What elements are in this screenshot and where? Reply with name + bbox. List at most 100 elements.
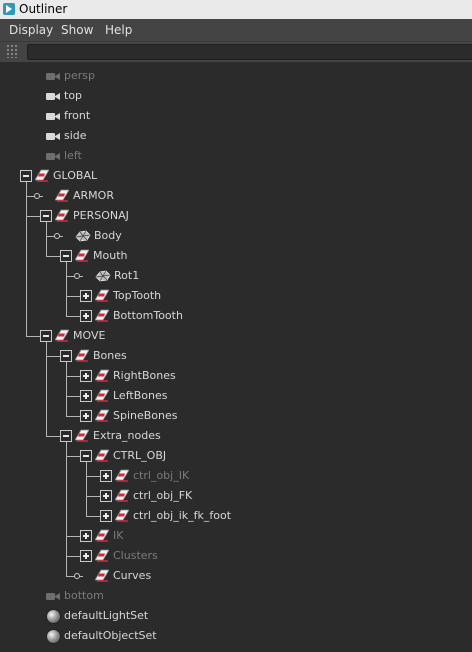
expand-plus-icon[interactable] [80, 550, 92, 562]
leaf-connector-icon [34, 193, 40, 199]
tree-row-armor[interactable]: ARMOR [0, 186, 472, 206]
tree-row-label: front [64, 109, 91, 122]
expand-plus-icon[interactable] [80, 390, 92, 402]
tree-connector-line [47, 436, 61, 437]
search-filter-input[interactable] [27, 44, 472, 60]
transform-group-icon [94, 409, 110, 423]
tree-row-front[interactable]: front [0, 106, 472, 126]
menu-display[interactable]: Display [9, 23, 53, 37]
tree-row-move[interactable]: MOVE [0, 326, 472, 346]
transform-group-icon [74, 249, 90, 263]
tree-connector-line [27, 336, 41, 337]
transform-group-icon [114, 469, 130, 483]
tree-row-mouth[interactable]: Mouth [0, 246, 472, 266]
collapse-minus-icon[interactable] [60, 350, 72, 362]
tree-row-top[interactable]: top [0, 86, 472, 106]
expand-plus-icon[interactable] [80, 310, 92, 322]
tree-row-toptooth[interactable]: TopTooth [0, 286, 472, 306]
filter-bar [0, 42, 472, 62]
tree-row-rightbones[interactable]: RightBones [0, 366, 472, 386]
expand-plus-icon[interactable] [100, 490, 112, 502]
tree-row-label: Bones [93, 349, 127, 362]
tree-row-persp[interactable]: persp [0, 66, 472, 86]
tree-row-leftbones[interactable]: LeftBones [0, 386, 472, 406]
tree-row-rot1[interactable]: Rot1 [0, 266, 472, 286]
leaf-connector-icon [74, 573, 80, 579]
collapse-minus-icon[interactable] [20, 170, 32, 182]
transform-group-icon [94, 549, 110, 563]
tree-row-label: MOVE [73, 329, 106, 342]
tree-row-label: defaultObjectSet [64, 629, 157, 642]
tree-row-label: ctrl_obj_FK [133, 489, 193, 502]
tree-row-spinebones[interactable]: SpineBones [0, 406, 472, 426]
collapse-minus-icon[interactable] [60, 430, 72, 442]
window-title: Outliner [19, 2, 68, 16]
tree-connector-line [66, 366, 67, 386]
tree-row-label: RightBones [113, 369, 176, 382]
tree-row-bottomtooth[interactable]: BottomTooth [0, 306, 472, 326]
tree-row-ctrl-obj-ik[interactable]: ctrl_obj_IK [0, 466, 472, 486]
grip-handle-icon[interactable] [6, 44, 18, 58]
tree-connector-line [67, 536, 81, 537]
tree-connector-line [66, 286, 67, 306]
tree-row-global[interactable]: GLOBAL [0, 166, 472, 186]
collapse-minus-icon[interactable] [40, 210, 52, 222]
tree-row-curves[interactable]: Curves [0, 566, 472, 586]
expand-plus-icon[interactable] [80, 410, 92, 422]
tree-row-ctrl-obj-ik-fk-foot[interactable]: ctrl_obj_ik_fk_foot [0, 506, 472, 526]
tree-connector-line [66, 306, 67, 317]
tree-row-side[interactable]: side [0, 126, 472, 146]
tree-row-defaultlightset[interactable]: defaultLightSet [0, 606, 472, 626]
tree-connector-line [46, 426, 47, 437]
tree-connector-line [46, 346, 47, 366]
tree-row-label: BottomTooth [113, 309, 183, 322]
tree-row-left[interactable]: left [0, 146, 472, 166]
camera-icon [46, 130, 60, 142]
camera-icon [46, 110, 60, 122]
tree-connector-line [66, 526, 67, 546]
transform-group-icon [94, 369, 110, 383]
tree-connector-line [87, 476, 101, 477]
leaf-connector-icon [74, 273, 80, 279]
menu-show[interactable]: Show [61, 23, 93, 37]
tree-row-label: ctrl_obj_IK [133, 469, 190, 482]
tree-row-ctrl-obj[interactable]: CTRL_OBJ [0, 446, 472, 466]
tree-connector-line [46, 386, 47, 406]
transform-group-icon [94, 309, 110, 323]
tree-connector-line [66, 486, 67, 506]
menu-help[interactable]: Help [105, 23, 132, 37]
tree-row-label: ARMOR [73, 189, 114, 202]
title-bar: Outliner [0, 0, 472, 19]
tree-row-clusters[interactable]: Clusters [0, 546, 472, 566]
tree-row-ctrl-obj-fk[interactable]: ctrl_obj_FK [0, 486, 472, 506]
tree-connector-line [87, 516, 101, 517]
tree-row-ik[interactable]: IK [0, 526, 472, 546]
tree-row-label: CTRL_OBJ [113, 449, 167, 462]
tree-row-body[interactable]: Body [0, 226, 472, 246]
collapse-minus-icon[interactable] [60, 250, 72, 262]
tree-connector-line [67, 376, 81, 377]
tree-connector-line [87, 496, 101, 497]
expand-plus-icon[interactable] [100, 470, 112, 482]
tree-row-defaultobjectset[interactable]: defaultObjectSet [0, 626, 472, 646]
tree-connector-line [66, 266, 67, 286]
expand-plus-icon[interactable] [80, 370, 92, 382]
outliner-tree[interactable]: persp top front side left GLOBAL ARMOR PERSONAJ… [0, 66, 472, 652]
leaf-connector-icon [54, 233, 60, 239]
expand-plus-icon[interactable] [80, 290, 92, 302]
tree-row-label: Curves [113, 569, 152, 582]
collapse-minus-icon[interactable] [80, 450, 92, 462]
collapse-minus-icon[interactable] [40, 330, 52, 342]
tree-row-bones[interactable]: Bones [0, 346, 472, 366]
tree-connector-line [66, 406, 67, 417]
tree-row-label: Body [94, 229, 122, 242]
tree-row-personaj[interactable]: PERSONAJ [0, 206, 472, 226]
tree-connector-line [66, 446, 67, 466]
tree-row-extra-nodes[interactable]: Extra_nodes [0, 426, 472, 446]
expand-plus-icon[interactable] [100, 510, 112, 522]
expand-plus-icon[interactable] [80, 530, 92, 542]
tree-connector-line [26, 286, 27, 306]
tree-connector-line [26, 266, 27, 286]
tree-connector-line [46, 246, 47, 257]
tree-row-bottom[interactable]: bottom [0, 586, 472, 606]
